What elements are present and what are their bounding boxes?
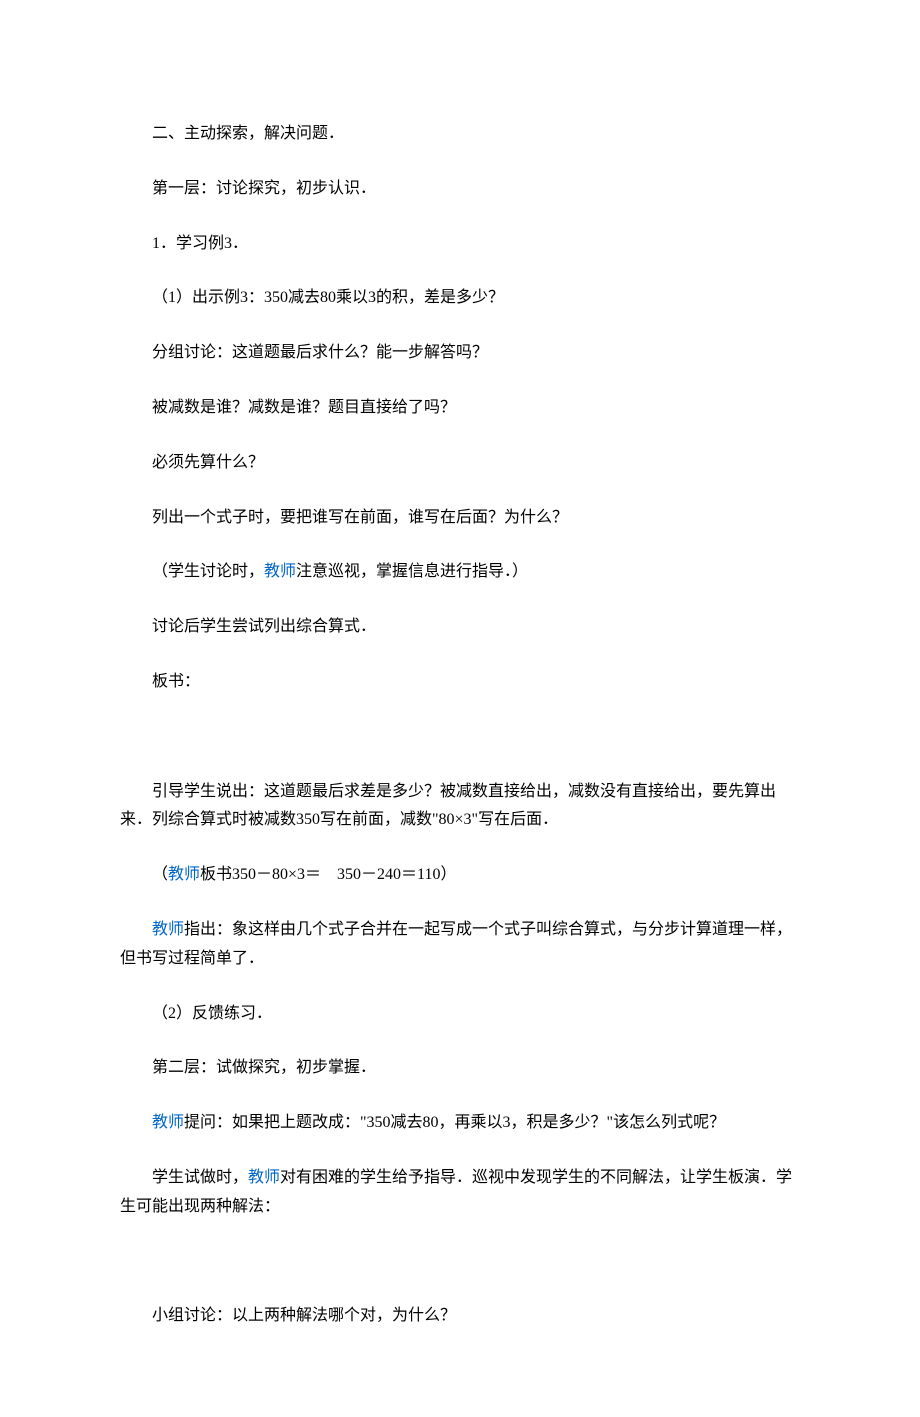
paragraph: 1．学习例3．	[120, 230, 800, 259]
paragraph: 板书：	[120, 668, 800, 697]
document-content: 二、主动探索，解决问题． 第一层：讨论探究，初步认识． 1．学习例3． （1）出示例3…	[120, 120, 800, 1331]
paragraph: 必须先算什么？	[120, 449, 800, 478]
text-fragment: （	[152, 866, 168, 883]
paragraph: 引导学生说出：这道题最后求差是多少？被减数直接给出，减数没有直接给出，要先算出来…	[120, 778, 800, 836]
paragraph: （1）出示例3：350减去80乘以3的积，差是多少？	[120, 284, 800, 313]
text-fragment: 提问：如果把上题改成："350减去80，再乘以3，积是多少？"该怎么列式呢？	[184, 1114, 725, 1131]
text-fragment: 指出：象这样由几个式子合并在一起写成一个式子叫综合算式，与分步计算道理一样，但书…	[120, 921, 792, 967]
teacher-link[interactable]: 教师	[152, 1114, 184, 1131]
text-fragment: 注意巡视，掌握信息进行指导．）	[296, 563, 528, 580]
paragraph: 教师指出：象这样由几个式子合并在一起写成一个式子叫综合算式，与分步计算道理一样，…	[120, 916, 800, 974]
paragraph: 讨论后学生尝试列出综合算式．	[120, 613, 800, 642]
paragraph: 第一层：讨论探究，初步认识．	[120, 175, 800, 204]
paragraph: 列出一个式子时，要把谁写在前面，谁写在后面？为什么？	[120, 504, 800, 533]
teacher-link[interactable]: 教师	[248, 1169, 280, 1186]
text-fragment: 学生试做时，	[152, 1169, 248, 1186]
paragraph: （2）反馈练习．	[120, 1000, 800, 1029]
teacher-link[interactable]: 教师	[168, 866, 200, 883]
text-fragment: （学生讨论时，	[152, 563, 264, 580]
paragraph: 第二层：试做探究，初步掌握．	[120, 1054, 800, 1083]
paragraph: （学生讨论时，教师注意巡视，掌握信息进行指导．）	[120, 558, 800, 587]
paragraph: （教师板书350－80×3＝ 350－240＝110）	[120, 861, 800, 890]
paragraph: 分组讨论：这道题最后求什么？能一步解答吗？	[120, 339, 800, 368]
teacher-link[interactable]: 教师	[152, 921, 184, 938]
paragraph: 学生试做时，教师对有困难的学生给予指导．巡视中发现学生的不同解法，让学生板演．学…	[120, 1164, 800, 1222]
document-page: 二、主动探索，解决问题． 第一层：讨论探究，初步认识． 1．学习例3． （1）出示例3…	[0, 0, 920, 1417]
paragraph: 二、主动探索，解决问题．	[120, 120, 800, 149]
paragraph: 小组讨论：以上两种解法哪个对，为什么？	[120, 1302, 800, 1331]
text-fragment: 板书350－80×3＝ 350－240＝110）	[200, 866, 456, 883]
paragraph	[120, 723, 800, 752]
paragraph	[120, 1248, 800, 1277]
paragraph: 教师提问：如果把上题改成："350减去80，再乘以3，积是多少？"该怎么列式呢？	[120, 1109, 800, 1138]
teacher-link[interactable]: 教师	[264, 563, 296, 580]
paragraph: 被减数是谁？减数是谁？题目直接给了吗？	[120, 394, 800, 423]
